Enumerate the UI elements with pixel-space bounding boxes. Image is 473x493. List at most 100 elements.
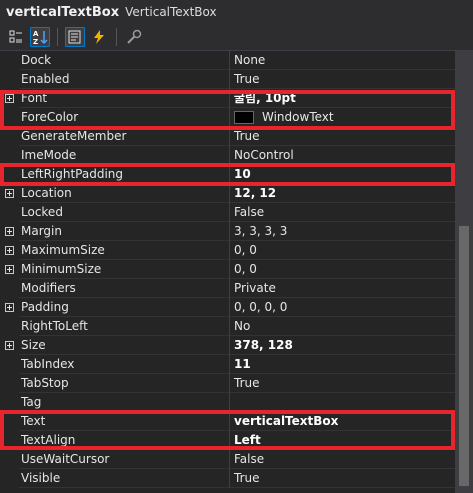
row-gutter xyxy=(0,203,19,222)
property-value[interactable]: None xyxy=(229,51,455,70)
vertical-scrollbar[interactable] xyxy=(455,51,473,493)
expand-plus-icon[interactable] xyxy=(5,246,14,255)
property-value[interactable]: 0, 0 xyxy=(229,241,455,260)
property-name[interactable]: UseWaitCursor xyxy=(19,450,229,469)
property-value[interactable]: verticalTextBox xyxy=(229,412,455,431)
properties-button[interactable] xyxy=(65,27,85,47)
property-value[interactable]: 굴림, 10pt xyxy=(229,89,455,108)
expand-plus-icon[interactable] xyxy=(5,303,14,312)
property-name[interactable]: Size xyxy=(19,336,229,355)
property-name[interactable]: Tag xyxy=(19,393,229,412)
property-row-textalign[interactable]: TextAlign Left xyxy=(0,431,455,450)
row-gutter[interactable] xyxy=(0,184,19,203)
property-value[interactable]: WindowText xyxy=(229,108,455,127)
property-row-location[interactable]: Location 12, 12 xyxy=(0,184,455,203)
categorized-button[interactable] xyxy=(6,27,26,47)
property-value[interactable]: True xyxy=(229,127,455,146)
property-name[interactable]: ForeColor xyxy=(19,108,229,127)
property-value[interactable]: True xyxy=(229,374,455,393)
property-name[interactable]: LeftRightPadding xyxy=(19,165,229,184)
object-type[interactable]: VerticalTextBox xyxy=(125,5,217,19)
events-button[interactable] xyxy=(89,27,109,47)
property-name[interactable]: RightToLeft xyxy=(19,317,229,336)
property-row-leftrightpadding[interactable]: LeftRightPadding 10 xyxy=(0,165,455,184)
property-value[interactable]: 3, 3, 3, 3 xyxy=(229,222,455,241)
property-row-minimumsize[interactable]: MinimumSize 0, 0 xyxy=(0,260,455,279)
property-name[interactable]: Text xyxy=(19,412,229,431)
property-name[interactable]: Modifiers xyxy=(19,279,229,298)
row-gutter[interactable] xyxy=(0,89,19,108)
row-gutter[interactable] xyxy=(0,260,19,279)
row-gutter[interactable] xyxy=(0,241,19,260)
property-value[interactable]: 11 xyxy=(229,355,455,374)
property-row-usewaitcursor[interactable]: UseWaitCursor False xyxy=(0,450,455,469)
property-value[interactable]: 12, 12 xyxy=(229,184,455,203)
property-value[interactable]: Private xyxy=(229,279,455,298)
property-name[interactable]: TabIndex xyxy=(19,355,229,374)
property-name[interactable]: TabStop xyxy=(19,374,229,393)
property-name[interactable]: MaximumSize xyxy=(19,241,229,260)
property-name[interactable]: Locked xyxy=(19,203,229,222)
property-row-imemode[interactable]: ImeMode NoControl xyxy=(0,146,455,165)
property-row-padding[interactable]: Padding 0, 0, 0, 0 xyxy=(0,298,455,317)
property-row-enabled[interactable]: Enabled True xyxy=(0,70,455,89)
property-name[interactable]: Visible xyxy=(19,469,229,488)
property-name[interactable]: Location xyxy=(19,184,229,203)
scrollbar-thumb[interactable] xyxy=(459,226,469,486)
property-value[interactable]: 0, 0 xyxy=(229,260,455,279)
row-gutter xyxy=(0,51,19,70)
property-value-text: None xyxy=(234,52,266,67)
property-row-text[interactable]: Text verticalTextBox xyxy=(0,412,455,431)
expand-plus-icon[interactable] xyxy=(5,227,14,236)
property-value[interactable] xyxy=(229,393,455,412)
expand-plus-icon[interactable] xyxy=(5,341,14,350)
property-name[interactable]: GenerateMember xyxy=(19,127,229,146)
property-value-text: 0, 0, 0, 0 xyxy=(234,299,288,314)
property-name[interactable]: Dock xyxy=(19,51,229,70)
property-value[interactable]: Left xyxy=(229,431,455,450)
property-value[interactable]: False xyxy=(229,203,455,222)
property-name[interactable]: MinimumSize xyxy=(19,260,229,279)
property-value[interactable]: No xyxy=(229,317,455,336)
property-pages-button[interactable] xyxy=(124,27,144,47)
property-row-righttoleft[interactable]: RightToLeft No xyxy=(0,317,455,336)
property-value[interactable]: 10 xyxy=(229,165,455,184)
alphabetical-button[interactable]: A Z xyxy=(30,27,50,47)
property-value-text: verticalTextBox xyxy=(234,413,339,428)
property-row-locked[interactable]: Locked False xyxy=(0,203,455,222)
property-row-generatemember[interactable]: GenerateMember True xyxy=(0,127,455,146)
property-name[interactable]: TextAlign xyxy=(19,431,229,450)
property-row-margin[interactable]: Margin 3, 3, 3, 3 xyxy=(0,222,455,241)
toolbar-separator xyxy=(57,28,58,46)
property-value[interactable]: NoControl xyxy=(229,146,455,165)
property-row-tag[interactable]: Tag xyxy=(0,393,455,412)
property-value[interactable]: 0, 0, 0, 0 xyxy=(229,298,455,317)
property-value[interactable]: True xyxy=(229,469,455,488)
property-row-dock[interactable]: Dock None xyxy=(0,51,455,70)
property-name[interactable]: Font xyxy=(19,89,229,108)
property-value[interactable]: False xyxy=(229,450,455,469)
row-gutter[interactable] xyxy=(0,336,19,355)
expand-plus-icon[interactable] xyxy=(5,94,14,103)
row-gutter[interactable] xyxy=(0,222,19,241)
property-value[interactable]: 378, 128 xyxy=(229,336,455,355)
row-gutter xyxy=(0,469,19,488)
property-value-text: True xyxy=(234,128,260,143)
property-row-forecolor[interactable]: ForeColor WindowText xyxy=(0,108,455,127)
expand-plus-icon[interactable] xyxy=(5,265,14,274)
row-gutter[interactable] xyxy=(0,298,19,317)
property-row-tabstop[interactable]: TabStop True xyxy=(0,374,455,393)
property-row-font[interactable]: Font 굴림, 10pt xyxy=(0,89,455,108)
property-row-maximumsize[interactable]: MaximumSize 0, 0 xyxy=(0,241,455,260)
property-row-size[interactable]: Size 378, 128 xyxy=(0,336,455,355)
property-name[interactable]: Enabled xyxy=(19,70,229,89)
property-value[interactable]: True xyxy=(229,70,455,89)
property-name[interactable]: ImeMode xyxy=(19,146,229,165)
property-name[interactable]: Margin xyxy=(19,222,229,241)
property-row-visible[interactable]: Visible True xyxy=(0,469,455,488)
events-icon xyxy=(94,30,104,44)
expand-plus-icon[interactable] xyxy=(5,189,14,198)
property-row-tabindex[interactable]: TabIndex 11 xyxy=(0,355,455,374)
property-name[interactable]: Padding xyxy=(19,298,229,317)
property-row-modifiers[interactable]: Modifiers Private xyxy=(0,279,455,298)
